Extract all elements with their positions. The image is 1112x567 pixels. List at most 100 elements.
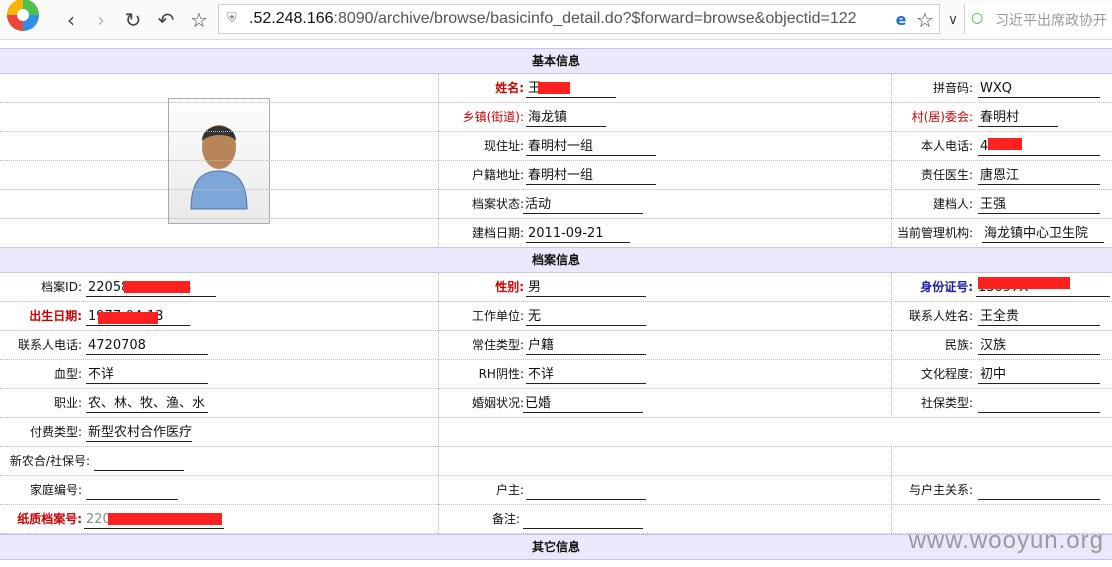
archive-row-6: 付费类型: 新型农村合作医疗 — [0, 418, 1112, 447]
work-label: 工作单位: — [471, 309, 524, 323]
search-box[interactable]: ○ 习近平出席政协开 — [964, 4, 1112, 34]
idcard-label: 身份证号: — [920, 280, 973, 294]
org-value: 海龙镇中心卫生院 — [982, 225, 1104, 243]
family-label: 家庭编号: — [29, 483, 82, 497]
reload-icon[interactable]: ↻ — [120, 7, 146, 33]
town-label: 乡镇(街道): — [462, 110, 524, 124]
redaction-mark — [988, 138, 1022, 150]
job-value: 农、林、牧、渔、水 — [86, 395, 208, 413]
url-path: :8090/archive/browse/basicinfo_detail.do… — [333, 10, 857, 27]
relation-label: 与户主关系: — [908, 483, 973, 497]
redaction-mark — [124, 281, 190, 293]
creator-value: 王强 — [978, 196, 1100, 214]
rh-value: 不详 — [526, 366, 646, 384]
blood-value: 不详 — [86, 366, 208, 384]
village-label: 村(居)委会: — [911, 110, 973, 124]
village-value: 春明村 — [978, 109, 1058, 127]
residence-value: 户籍 — [526, 337, 646, 355]
residence-label: 常住类型: — [471, 338, 524, 352]
org-label: 当前管理机构: — [896, 226, 973, 240]
name-label: 姓名: — [495, 81, 524, 95]
ethnic-value: 汉族 — [978, 337, 1100, 355]
address-value: 春明村一组 — [526, 138, 656, 156]
address-bar[interactable]: ⛨ .52.248.166:8090/archive/browse/basici… — [218, 4, 940, 34]
undo-icon[interactable]: ↶ — [153, 7, 179, 33]
bookmark-star-icon[interactable]: ☆ — [912, 7, 938, 33]
basic-row-date: 建档日期: 2011-09-21 当前管理机构: 海龙镇中心卫生院 — [0, 219, 1112, 248]
dropdown-chevron-icon[interactable]: ∨ — [940, 7, 966, 33]
blood-label: 血型: — [53, 367, 82, 381]
family-value — [86, 482, 178, 500]
redaction-mark — [108, 513, 222, 525]
contact-phone-label: 联系人电话: — [17, 338, 82, 352]
section-basic-header: 基本信息 — [0, 48, 1112, 74]
archive-row-5: 职业: 农、林、牧、渔、水 婚姻状况: 已婚 社保类型: — [0, 389, 1112, 418]
huji-label: 户籍地址: — [471, 168, 524, 182]
archive-row-7: 新农合/社保号: — [0, 447, 1112, 476]
search-placeholder: 习近平出席政协开 — [995, 13, 1107, 29]
section-archive-header: 档案信息 — [0, 247, 1112, 273]
archive-row-2: 出生日期: 1977-04-13 工作单位: 无 联系人姓名: 王全贵 — [0, 302, 1112, 331]
browser-logo-icon — [7, 0, 39, 31]
basic-row-status: 档案状态: 活动 建档人: 王强 — [0, 190, 1112, 219]
search-icon: ○ — [971, 10, 984, 26]
url-text: .52.248.166:8090/archive/browse/basicinf… — [249, 10, 857, 28]
town-value: 海龙镇 — [526, 109, 606, 127]
back-icon[interactable]: ‹ — [58, 7, 84, 33]
paper-label: 纸质档案号: — [17, 512, 82, 526]
forward-icon[interactable]: › — [88, 7, 114, 33]
date-value: 2011-09-21 — [526, 225, 630, 243]
archive-id-label: 档案ID: — [41, 280, 82, 294]
householder-label: 户主: — [495, 483, 524, 497]
gender-label: 性别: — [495, 280, 524, 294]
security-shield-icon: ⛨ — [227, 11, 237, 26]
job-label: 职业: — [53, 396, 82, 410]
doctor-value: 唐恩江 — [978, 167, 1100, 185]
ncms-label: 新农合/社保号: — [9, 454, 90, 468]
householder-value — [526, 482, 646, 500]
edu-label: 文化程度: — [920, 367, 973, 381]
basic-row-huji: 户籍地址: 春明村一组 责任医生: 唐恩江 — [0, 161, 1112, 190]
archive-row-4: 血型: 不详 RH阴性: 不详 文化程度: 初中 — [0, 360, 1112, 389]
birth-label: 出生日期: — [29, 309, 82, 323]
status-label: 档案状态: — [471, 197, 524, 211]
redaction-mark — [538, 82, 570, 94]
phone-label: 本人电话: — [920, 139, 973, 153]
ncms-value — [94, 453, 184, 471]
marriage-value: 已婚 — [523, 395, 643, 413]
social-label: 社保类型: — [920, 396, 973, 410]
huji-value: 春明村一组 — [526, 167, 656, 185]
archive-row-8: 家庭编号: 户主: 与户主关系: — [0, 476, 1112, 505]
doctor-label: 责任医生: — [920, 168, 973, 182]
remark-value — [523, 511, 643, 529]
contact-phone-value: 4720708 — [86, 337, 208, 355]
pay-value: 新型农村合作医疗 — [86, 425, 192, 442]
creator-label: 建档人: — [932, 197, 973, 211]
status-value: 活动 — [523, 196, 643, 214]
pay-label: 付费类型: — [29, 425, 82, 439]
watermark: www.wooyun.org — [908, 527, 1104, 554]
basic-row-name: 姓名: 王 拼音码: WXQ — [0, 74, 1112, 103]
relation-value — [978, 482, 1100, 500]
date-label: 建档日期: — [471, 226, 524, 240]
ie-compat-icon[interactable]: e — [888, 7, 914, 33]
gender-value: 男 — [526, 279, 646, 297]
archive-row-3: 联系人电话: 4720708 常住类型: 户籍 民族: 汉族 — [0, 331, 1112, 360]
basic-row-town: 乡镇(街道): 海龙镇 村(居)委会: 春明村 — [0, 103, 1112, 132]
redaction-mark — [98, 312, 158, 324]
contact-label: 联系人姓名: — [908, 309, 973, 323]
favorite-star-icon[interactable]: ☆ — [186, 7, 212, 33]
contact-value: 王全贵 — [978, 308, 1100, 326]
ethnic-label: 民族: — [944, 338, 973, 352]
social-value — [978, 395, 1100, 413]
pinyin-label: 拼音码: — [932, 81, 973, 95]
work-value: 无 — [526, 308, 646, 326]
pinyin-value: WXQ — [978, 80, 1100, 98]
rh-label: RH阴性: — [478, 367, 524, 381]
archive-row-1: 档案ID: 22058100 0478 性别: 男 身份证号: 13097X — [0, 273, 1112, 302]
browser-toolbar: ‹ › ↻ ↶ ☆ ⛨ .52.248.166:8090/archive/bro… — [0, 0, 1112, 40]
remark-label: 备注: — [491, 512, 520, 526]
basic-row-address: 现住址: 春明村一组 本人电话: 4 08 — [0, 132, 1112, 161]
marriage-label: 婚姻状况: — [471, 396, 524, 410]
redaction-mark — [978, 277, 1070, 289]
